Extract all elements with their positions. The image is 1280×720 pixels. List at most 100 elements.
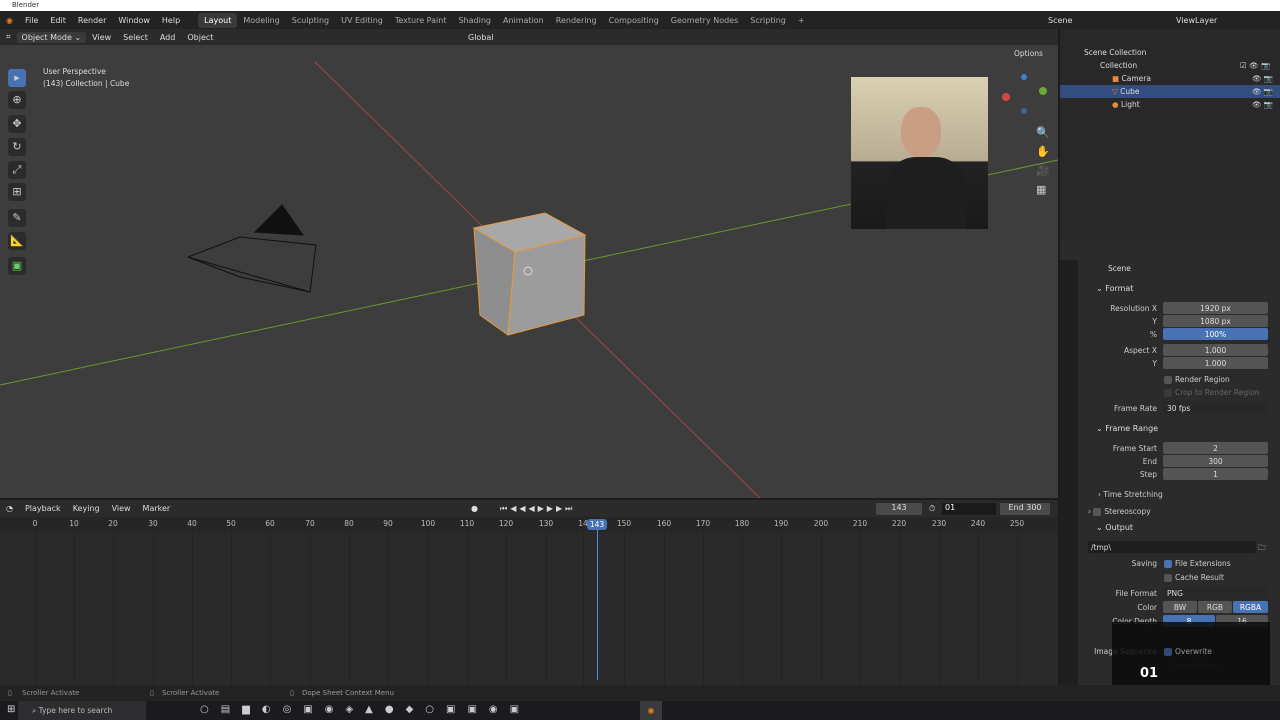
playhead-line[interactable]: [597, 520, 598, 680]
render-region-checkbox[interactable]: Render Region: [1060, 373, 1280, 386]
blender-logo-icon[interactable]: ◉: [0, 16, 19, 25]
tab-shading[interactable]: Shading: [452, 16, 497, 25]
tab-modeling[interactable]: Modeling: [237, 16, 285, 25]
resolution-pct-field[interactable]: 100%: [1163, 328, 1268, 340]
menu-marker[interactable]: Marker: [137, 504, 177, 513]
file-extensions-checkbox[interactable]: File Extensions: [1164, 557, 1231, 570]
timeline-gridline: [310, 532, 311, 685]
playhead-frame[interactable]: 143: [587, 519, 607, 530]
crop-region-checkbox[interactable]: Crop to Render Region: [1060, 386, 1280, 399]
tab-sculpting[interactable]: Sculpting: [286, 16, 335, 25]
folder-icon[interactable]: 🗀: [1258, 541, 1266, 554]
ruler-tick: 30: [148, 519, 158, 528]
tab-layout[interactable]: Layout: [198, 12, 238, 28]
annotate-tool-icon[interactable]: ✎: [8, 209, 26, 227]
viewport-header: ⌗ Object Mode ⌄ View Select Add Object G…: [0, 29, 1058, 45]
stereoscopy-panel[interactable]: › Stereoscopy: [1060, 505, 1280, 518]
add-workspace-button[interactable]: +: [792, 16, 811, 25]
scene-selector[interactable]: Scene: [1048, 16, 1072, 25]
stopwatch-icon[interactable]: ⏱: [929, 504, 935, 514]
editor-type-icon[interactable]: ⌗: [0, 32, 17, 42]
measure-tool-icon[interactable]: 📐: [8, 232, 26, 250]
timeline-ruler[interactable]: 0 10 20 30 40 50 60 70 80 90 100 110 120 130 14 150 160 1…: [0, 517, 1058, 532]
outliner-collection[interactable]: Collection ☑ 👁 📷: [1060, 59, 1280, 72]
color-rgb-button[interactable]: RGB: [1198, 601, 1232, 613]
view-layer-selector[interactable]: ViewLayer: [1176, 16, 1217, 25]
color-rgba-button[interactable]: RGBA: [1233, 601, 1268, 613]
menu-keying[interactable]: Keying: [67, 504, 106, 513]
output-path-field[interactable]: /tmp\: [1088, 541, 1256, 553]
rotate-tool-icon[interactable]: ↻: [8, 138, 26, 156]
taskbar-search-input[interactable]: ⌕ Type here to search: [18, 701, 146, 720]
panel-frame-range-header[interactable]: ⌄ Frame Range: [1082, 420, 1278, 438]
timeline-gridline: [428, 532, 429, 685]
end-frame-field[interactable]: End 300: [1000, 503, 1050, 515]
menu-add[interactable]: Add: [154, 33, 182, 42]
ruler-tick: 160: [656, 519, 672, 528]
tab-rendering[interactable]: Rendering: [550, 16, 603, 25]
mode-dropdown[interactable]: Object Mode ⌄: [16, 31, 87, 43]
menu-select[interactable]: Select: [117, 33, 154, 42]
frame-start-input[interactable]: 01: [942, 503, 996, 515]
scale-tool-icon[interactable]: ⤢: [8, 161, 26, 179]
frame-rate-dropdown[interactable]: 30 fps: [1163, 402, 1268, 414]
aspect-y-field[interactable]: 1.000: [1163, 357, 1268, 369]
tab-uv-editing[interactable]: UV Editing: [335, 16, 389, 25]
resolution-y-field[interactable]: 1080 px: [1163, 315, 1268, 327]
time-stretching-subpanel[interactable]: › Time Stretching: [1060, 488, 1280, 501]
outliner-item-cube[interactable]: ▽ Cube 👁 📷: [1060, 85, 1280, 98]
windows-start-icon[interactable]: ⊞: [7, 704, 15, 715]
frame-end-field[interactable]: 300: [1163, 455, 1268, 467]
menu-object[interactable]: Object: [181, 33, 219, 42]
windows-taskbar: ⊞ ⌕ Type here to search ○▤▆◐◎▣◉◈▲●◆○▣▣◉▣…: [0, 701, 1280, 720]
cache-result-checkbox[interactable]: Cache Result: [1060, 571, 1280, 584]
timeline-gridline: [624, 532, 625, 685]
tab-scripting[interactable]: Scripting: [744, 16, 792, 25]
menu-view[interactable]: View: [86, 33, 117, 42]
tab-animation[interactable]: Animation: [497, 16, 550, 25]
tab-compositing[interactable]: Compositing: [603, 16, 665, 25]
panel-output-header[interactable]: ⌄ Output: [1082, 519, 1278, 537]
panel-format-header[interactable]: ⌄ Format: [1082, 280, 1278, 298]
resolution-x-field[interactable]: 1920 px: [1163, 302, 1268, 314]
menu-edit[interactable]: Edit: [44, 16, 72, 25]
3d-viewport[interactable]: ▸ ⊕ ✥ ↻ ⤢ ⊞ ✎ 📐 ▣ User Perspective (143)…: [0, 45, 1058, 498]
aspect-x-field[interactable]: 1.000: [1163, 344, 1268, 356]
menu-help[interactable]: Help: [156, 16, 186, 25]
timeline-gridline: [113, 532, 114, 685]
tab-geometry-nodes[interactable]: Geometry Nodes: [665, 16, 744, 25]
record-button[interactable]: ●: [471, 504, 478, 513]
menu-timeline-view[interactable]: View: [106, 504, 137, 513]
color-bw-button[interactable]: BW: [1163, 601, 1197, 613]
mesh-icon: ▽: [1112, 87, 1118, 96]
frame-start-field[interactable]: 2: [1163, 442, 1268, 454]
options-dropdown[interactable]: Options: [1014, 49, 1043, 58]
label: Crop to Render Region: [1175, 388, 1260, 397]
menu-file[interactable]: File: [19, 16, 44, 25]
file-format-dropdown[interactable]: PNG: [1163, 587, 1268, 599]
current-frame-field[interactable]: 143: [876, 503, 922, 515]
select-tool-icon[interactable]: ▸: [8, 69, 26, 87]
ruler-tick: 170: [695, 519, 711, 528]
frame-step-field[interactable]: 1: [1163, 468, 1268, 480]
transform-tool-icon[interactable]: ⊞: [8, 183, 26, 201]
output-path-row: /tmp\ 🗀: [1060, 541, 1280, 554]
menu-window[interactable]: Window: [112, 16, 156, 25]
playback-controls[interactable]: ⏮◀◀◀▶▶▶⏭: [500, 504, 575, 514]
viewport-nav-buttons[interactable]: 🔍 ✋ 🎥 ▦: [1036, 123, 1050, 199]
move-tool-icon[interactable]: ✥: [8, 115, 26, 133]
add-cube-tool-icon[interactable]: ▣: [8, 257, 26, 275]
overwrite-checkbox[interactable]: Overwrite: [1164, 645, 1212, 658]
outliner-scene-collection[interactable]: Scene Collection: [1060, 46, 1280, 59]
outliner-item-camera[interactable]: ■ Camera 👁 📷: [1060, 72, 1280, 85]
taskbar-blender-icon[interactable]: ◉: [640, 701, 662, 720]
menu-playback[interactable]: Playback: [19, 504, 67, 513]
menu-render[interactable]: Render: [72, 16, 112, 25]
cursor-tool-icon[interactable]: ⊕: [8, 91, 26, 109]
orientation-dropdown[interactable]: Global: [462, 33, 500, 42]
webcam-person: [901, 107, 941, 157]
taskbar-app-icons[interactable]: ○▤▆◐◎▣◉◈▲●◆○▣▣◉▣: [200, 704, 531, 715]
tab-texture-paint[interactable]: Texture Paint: [389, 16, 453, 25]
timeline-editor-icon[interactable]: ◔: [0, 504, 19, 513]
outliner-item-light[interactable]: ● Light 👁 📷: [1060, 98, 1280, 111]
